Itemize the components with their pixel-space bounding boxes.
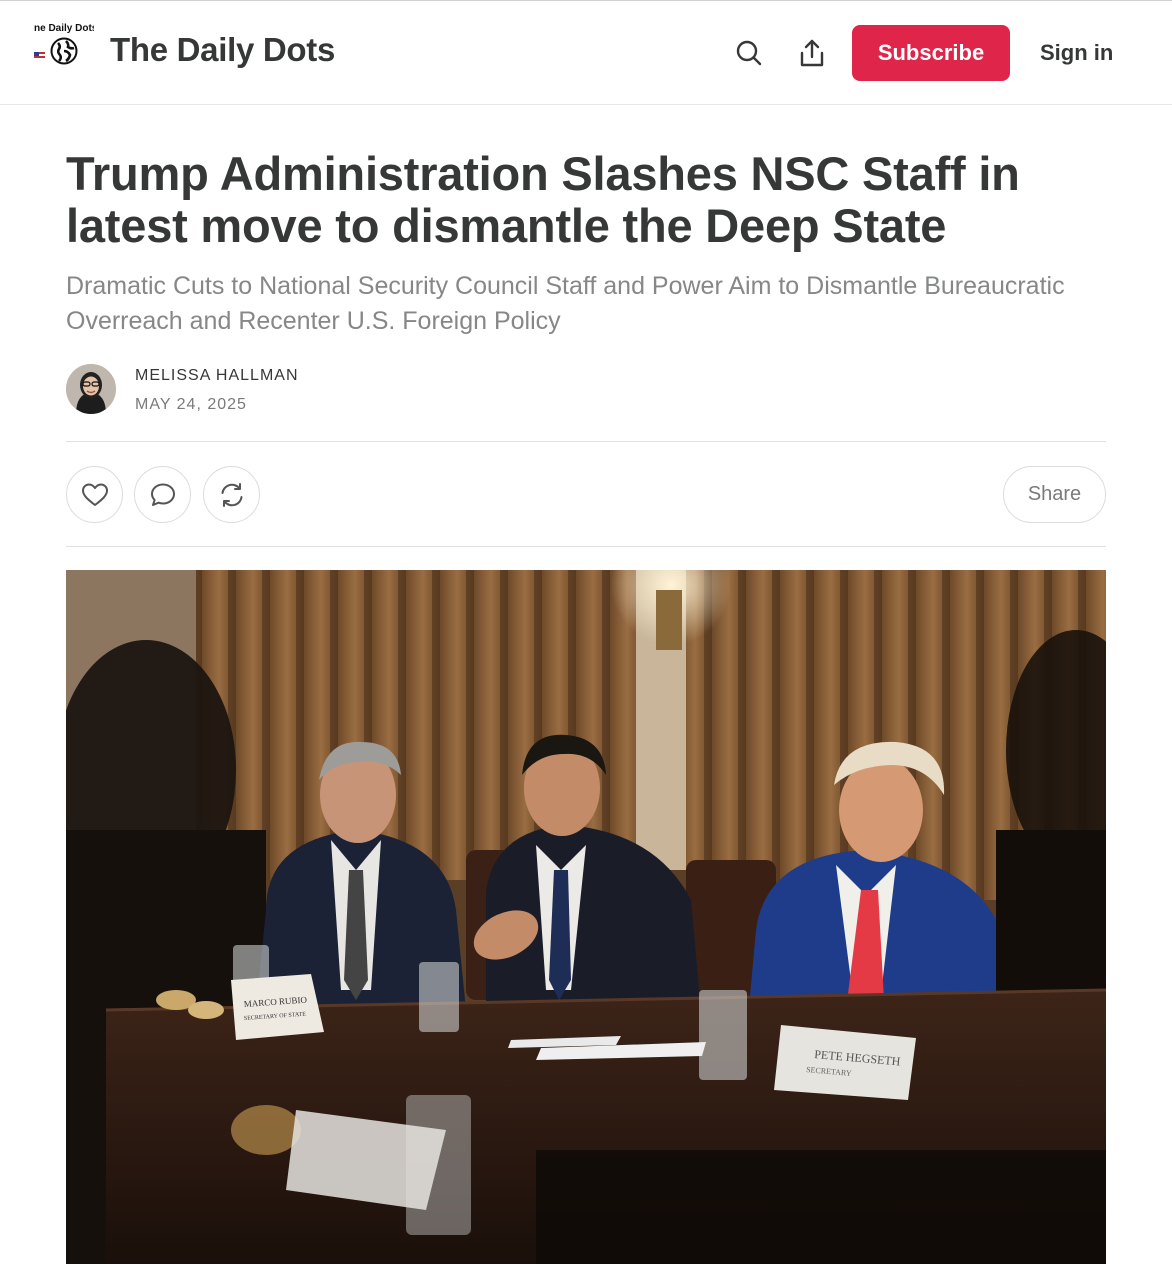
article-hero-photo[interactable]: MARCO RUBIO SECRETARY OF STATE PETE HEGS… — [66, 570, 1106, 1264]
globe-icon — [50, 37, 78, 65]
share-upload-icon — [800, 39, 824, 67]
cabinet-meeting-photo: MARCO RUBIO SECRETARY OF STATE PETE HEGS… — [66, 570, 1106, 1264]
heart-icon — [81, 483, 108, 506]
restack-icon — [221, 482, 242, 507]
sign-in-link[interactable]: Sign in — [1040, 37, 1113, 69]
share-button[interactable]: Share — [1003, 466, 1106, 523]
top-navigation-bar: ne Daily Dots The Daily Dots Subscribe S… — [0, 0, 1172, 105]
publish-date: MAY 24, 2025 — [135, 396, 247, 413]
flag-icon — [34, 52, 45, 60]
logo-text: ne Daily Dots — [34, 23, 94, 34]
share-upload-button[interactable] — [794, 35, 830, 71]
author-name[interactable]: MELISSA HALLMAN — [135, 367, 299, 385]
article-subtitle: Dramatic Cuts to National Security Counc… — [66, 272, 1065, 335]
comment-button[interactable] — [134, 466, 191, 523]
placard-hegseth: PETE HEGSETH SECRETARY — [774, 1025, 916, 1100]
site-title[interactable]: The Daily Dots — [110, 31, 335, 69]
search-button[interactable] — [731, 35, 767, 71]
site-logo[interactable]: ne Daily Dots — [34, 23, 96, 69]
avatar-image — [66, 364, 116, 414]
placard-rubio: MARCO RUBIO SECRETARY OF STATE — [231, 974, 324, 1040]
divider — [66, 546, 1106, 547]
restack-button[interactable] — [203, 466, 260, 523]
divider — [66, 441, 1106, 442]
search-icon — [736, 40, 762, 66]
comment-icon — [150, 483, 175, 506]
author-avatar[interactable] — [66, 364, 116, 414]
subscribe-button[interactable]: Subscribe — [852, 25, 1010, 81]
article-headline: Trump Administration Slashes NSC Staff i… — [66, 147, 1020, 252]
like-button[interactable] — [66, 466, 123, 523]
